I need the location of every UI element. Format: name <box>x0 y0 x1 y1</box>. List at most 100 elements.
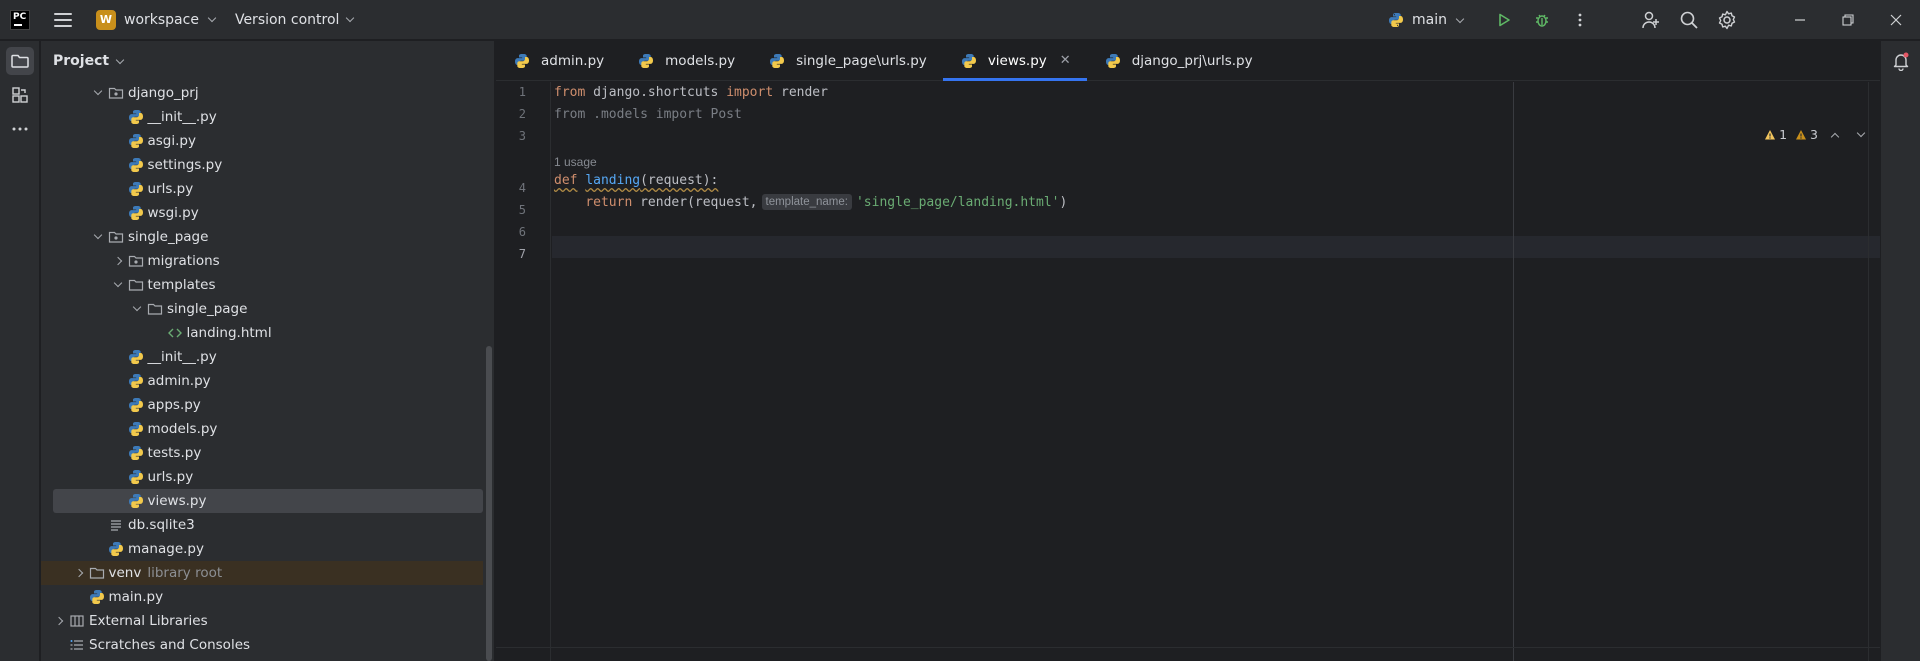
next-problem-button[interactable] <box>1856 128 1866 138</box>
tab-label: models.py <box>665 52 736 69</box>
parameter-hint: template_name: <box>761 194 852 210</box>
tree-item[interactable]: db.sqlite3 <box>41 513 483 537</box>
run-button[interactable] <box>1492 8 1516 32</box>
structure-icon <box>12 87 28 103</box>
python-icon <box>128 133 144 149</box>
chevron-down-icon[interactable] <box>90 229 106 245</box>
python-icon <box>128 157 144 173</box>
project-tree: django_prj __init__.py asgi.py settings.py u… <box>41 81 483 657</box>
tree-item[interactable]: venv library root <box>41 561 483 585</box>
warning-count[interactable]: 1 <box>1764 127 1787 142</box>
minimize-icon <box>1795 19 1805 21</box>
text-file-icon <box>108 517 124 533</box>
chevron-down-icon <box>115 55 125 64</box>
close-window-button[interactable] <box>1872 0 1920 40</box>
main-menu-button[interactable] <box>54 12 72 27</box>
tree-item[interactable]: External Libraries <box>41 609 483 633</box>
version-control-label: Version control <box>234 11 340 28</box>
project-panel-header[interactable]: Project <box>41 41 494 81</box>
chevron-right-icon[interactable] <box>71 565 87 581</box>
tab-active[interactable]: views.py ✕ <box>942 41 1087 81</box>
line-number-gutter[interactable]: 1 2 3 4 5 6 7 <box>496 82 551 661</box>
editor-tab[interactable]: admin.py <box>496 41 620 80</box>
tree-item[interactable]: asgi.py <box>41 129 483 153</box>
project-scrollbar-thumb[interactable] <box>486 346 492 661</box>
tree-item[interactable]: landing.html <box>41 321 483 345</box>
editor-vertical-scrollbar[interactable] <box>1868 82 1880 661</box>
tree-item[interactable]: apps.py <box>41 393 483 417</box>
line-number: 2 <box>518 107 526 121</box>
chevron-down-icon <box>207 13 217 23</box>
run-config-selector[interactable]: main <box>1388 12 1465 28</box>
vertical-dots-icon <box>1578 13 1582 27</box>
tree-item[interactable]: Scratches and Consoles <box>41 633 483 657</box>
more-tools-button[interactable] <box>6 115 34 143</box>
debug-button[interactable] <box>1530 8 1554 32</box>
code-line-4: def landing(request): <box>554 173 719 188</box>
editor-tab[interactable]: single_page\urls.py <box>751 41 943 80</box>
editor-tab[interactable]: django_prj\urls.py <box>1087 41 1269 80</box>
tree-item-label: tests.py <box>147 445 202 461</box>
tree-item-label: db.sqlite3 <box>128 517 195 533</box>
project-tool-button[interactable] <box>6 47 34 75</box>
tree-item[interactable]: single_page <box>41 225 483 249</box>
tree-item[interactable]: settings.py <box>41 153 483 177</box>
minimize-button[interactable] <box>1776 0 1824 40</box>
search-button[interactable] <box>1677 8 1701 32</box>
tree-item[interactable]: __init__.py <box>41 345 483 369</box>
tree-item[interactable]: templates <box>41 273 483 297</box>
project-scrollbar[interactable] <box>484 81 494 661</box>
close-tab-icon[interactable]: ✕ <box>1060 53 1071 68</box>
python-icon <box>128 445 144 461</box>
chevron-down-icon[interactable] <box>90 85 106 101</box>
tree-item[interactable]: views.py <box>53 489 483 513</box>
line-number: 1 <box>518 85 526 99</box>
editor-area: admin.py models.py single_page\urls.py view… <box>496 41 1920 661</box>
gear-icon <box>1718 10 1736 30</box>
more-icon <box>12 127 28 131</box>
code-with-me-button[interactable] <box>1639 8 1663 32</box>
tree-item-label: asgi.py <box>147 133 196 149</box>
tree-item[interactable]: models.py <box>41 417 483 441</box>
structure-tool-button[interactable] <box>6 81 34 109</box>
tree-item[interactable]: main.py <box>41 585 483 609</box>
left-tool-strip <box>0 41 40 661</box>
weak-warning-count[interactable]: 3 <box>1795 127 1818 142</box>
chevron-right-icon[interactable] <box>110 253 126 269</box>
version-control-menu[interactable]: Version control <box>234 11 355 28</box>
current-line-highlight <box>552 236 1920 258</box>
python-icon <box>128 469 144 485</box>
tree-item[interactable]: migrations <box>41 249 483 273</box>
tree-item[interactable]: tests.py <box>41 441 483 465</box>
chevron-right-icon[interactable] <box>51 613 67 629</box>
more-actions-button[interactable] <box>1568 8 1592 32</box>
tree-item[interactable]: urls.py <box>41 465 483 489</box>
tree-item[interactable]: django_prj <box>41 81 483 105</box>
tree-item[interactable]: single_page <box>41 297 483 321</box>
notifications-button[interactable] <box>1889 49 1913 73</box>
editor-tab[interactable]: models.py <box>620 41 751 80</box>
tree-item[interactable]: wsgi.py <box>41 201 483 225</box>
inspection-widget[interactable]: 1 3 <box>1764 127 1870 142</box>
chevron-down-icon[interactable] <box>129 301 145 317</box>
tree-item[interactable]: admin.py <box>41 369 483 393</box>
chevron-down-icon[interactable] <box>110 277 126 293</box>
tree-item[interactable]: __init__.py <box>41 105 483 129</box>
python-icon <box>128 493 144 509</box>
tree-item[interactable]: manage.py <box>41 537 483 561</box>
line-number: 3 <box>518 129 526 143</box>
editor-horizontal-scrollbar[interactable] <box>496 647 1906 661</box>
tree-item-label: urls.py <box>147 469 194 485</box>
line-number: 5 <box>518 203 526 217</box>
html-icon <box>167 325 183 341</box>
restore-button[interactable] <box>1824 0 1872 40</box>
tree-item[interactable]: urls.py <box>41 177 483 201</box>
previous-problem-button[interactable] <box>1830 132 1840 141</box>
tree-item-label: single_page <box>167 301 248 317</box>
project-switcher[interactable]: W workspace <box>96 9 217 30</box>
right-tool-strip <box>1880 41 1920 661</box>
settings-button[interactable] <box>1715 8 1739 32</box>
python-icon <box>128 109 144 125</box>
